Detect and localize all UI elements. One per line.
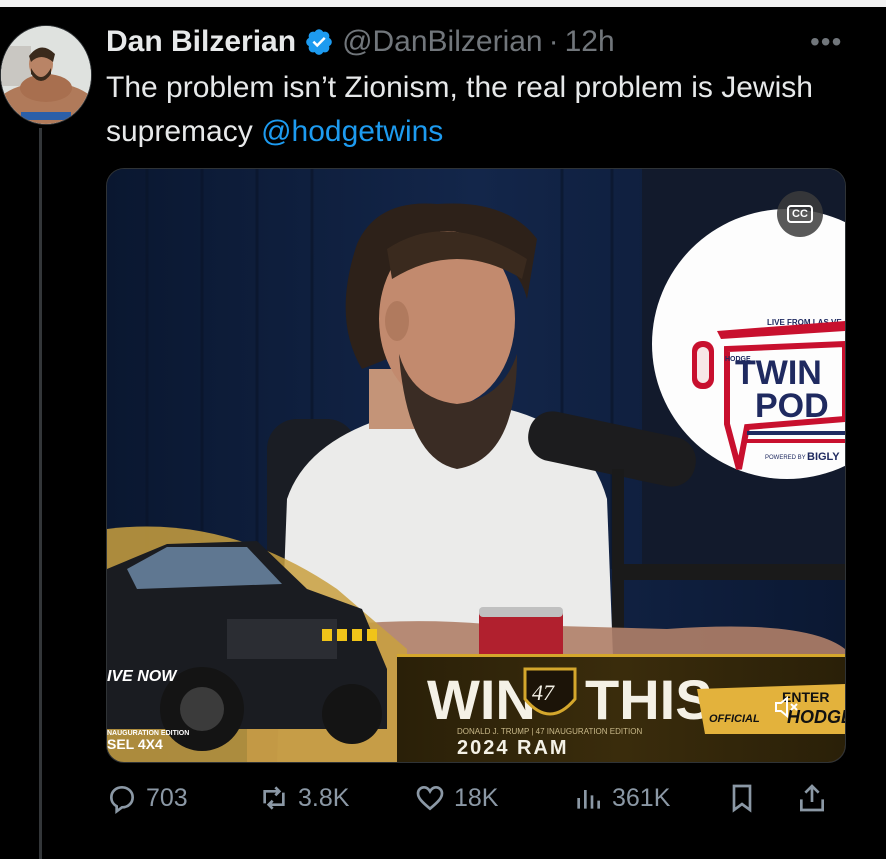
banner-ram-text: 2024 RAM: [457, 737, 569, 759]
video-player[interactable]: LIVE FROM LAS VE HODGE TWIN POD POWERED …: [106, 168, 846, 763]
tweet-text: The problem isn’t Zionism, the real prob…: [106, 66, 826, 154]
tweet-actions: 703 3.8K 18K 361K: [106, 778, 846, 818]
official-text: OFFICIAL: [709, 713, 760, 725]
cc-label: CC: [787, 205, 813, 223]
banner-sub-text: DONALD J. TRUMP | 47 INAUGURATION EDITIO…: [457, 727, 642, 736]
verified-badge-icon: [306, 29, 332, 55]
share-icon: [800, 784, 824, 812]
share-button[interactable]: [796, 778, 836, 818]
mention-link[interactable]: @hodgetwins: [261, 115, 443, 148]
like-count: 18K: [454, 783, 499, 812]
logo-pod-text: POD: [755, 387, 829, 425]
logo-powered-text: POWERED BY: [765, 455, 806, 461]
banner-47-text: 47: [532, 680, 555, 705]
tweet-timestamp[interactable]: 12h: [565, 25, 615, 59]
top-divider: [0, 0, 886, 7]
speaker-muted-icon: [775, 695, 798, 719]
views-count: 361K: [612, 783, 671, 812]
author-avatar[interactable]: [0, 25, 92, 125]
ellipsis-icon[interactable]: •••: [810, 26, 842, 58]
mute-button[interactable]: [773, 695, 823, 741]
banner-this-text: THIS: [585, 668, 713, 731]
like-button[interactable]: 18K: [414, 778, 498, 818]
left-live-text: IVE NOW: [107, 668, 178, 685]
repost-button[interactable]: 3.8K: [258, 778, 349, 818]
author-handle[interactable]: @DanBilzerian: [342, 25, 543, 59]
left-model-text: SEL 4X4: [107, 736, 163, 752]
tweet-body-text: The problem isn’t Zionism, the real prob…: [106, 71, 813, 148]
repost-count: 3.8K: [298, 783, 350, 812]
views-button[interactable]: 361K: [572, 778, 670, 818]
repost-icon: [263, 786, 285, 810]
reply-count: 703: [146, 783, 188, 812]
captions-button[interactable]: CC: [777, 191, 823, 237]
tweet-header: Dan Bilzerian @DanBilzerian · 12h: [106, 22, 615, 62]
reply-button[interactable]: 703: [106, 778, 188, 818]
video-frame: LIVE FROM LAS VE HODGE TWIN POD POWERED …: [107, 169, 845, 762]
views-chart-icon: [577, 790, 600, 809]
dot-separator: ·: [548, 25, 559, 58]
thread-line: [39, 128, 42, 859]
reply-icon: [109, 785, 135, 814]
author-name[interactable]: Dan Bilzerian: [106, 25, 296, 59]
bookmark-icon: [732, 784, 752, 813]
heart-icon: [416, 785, 444, 811]
bookmark-button[interactable]: [726, 778, 766, 818]
logo-bigly-text: BIGLY: [807, 451, 840, 463]
banner-win-text: WIN: [427, 668, 536, 731]
